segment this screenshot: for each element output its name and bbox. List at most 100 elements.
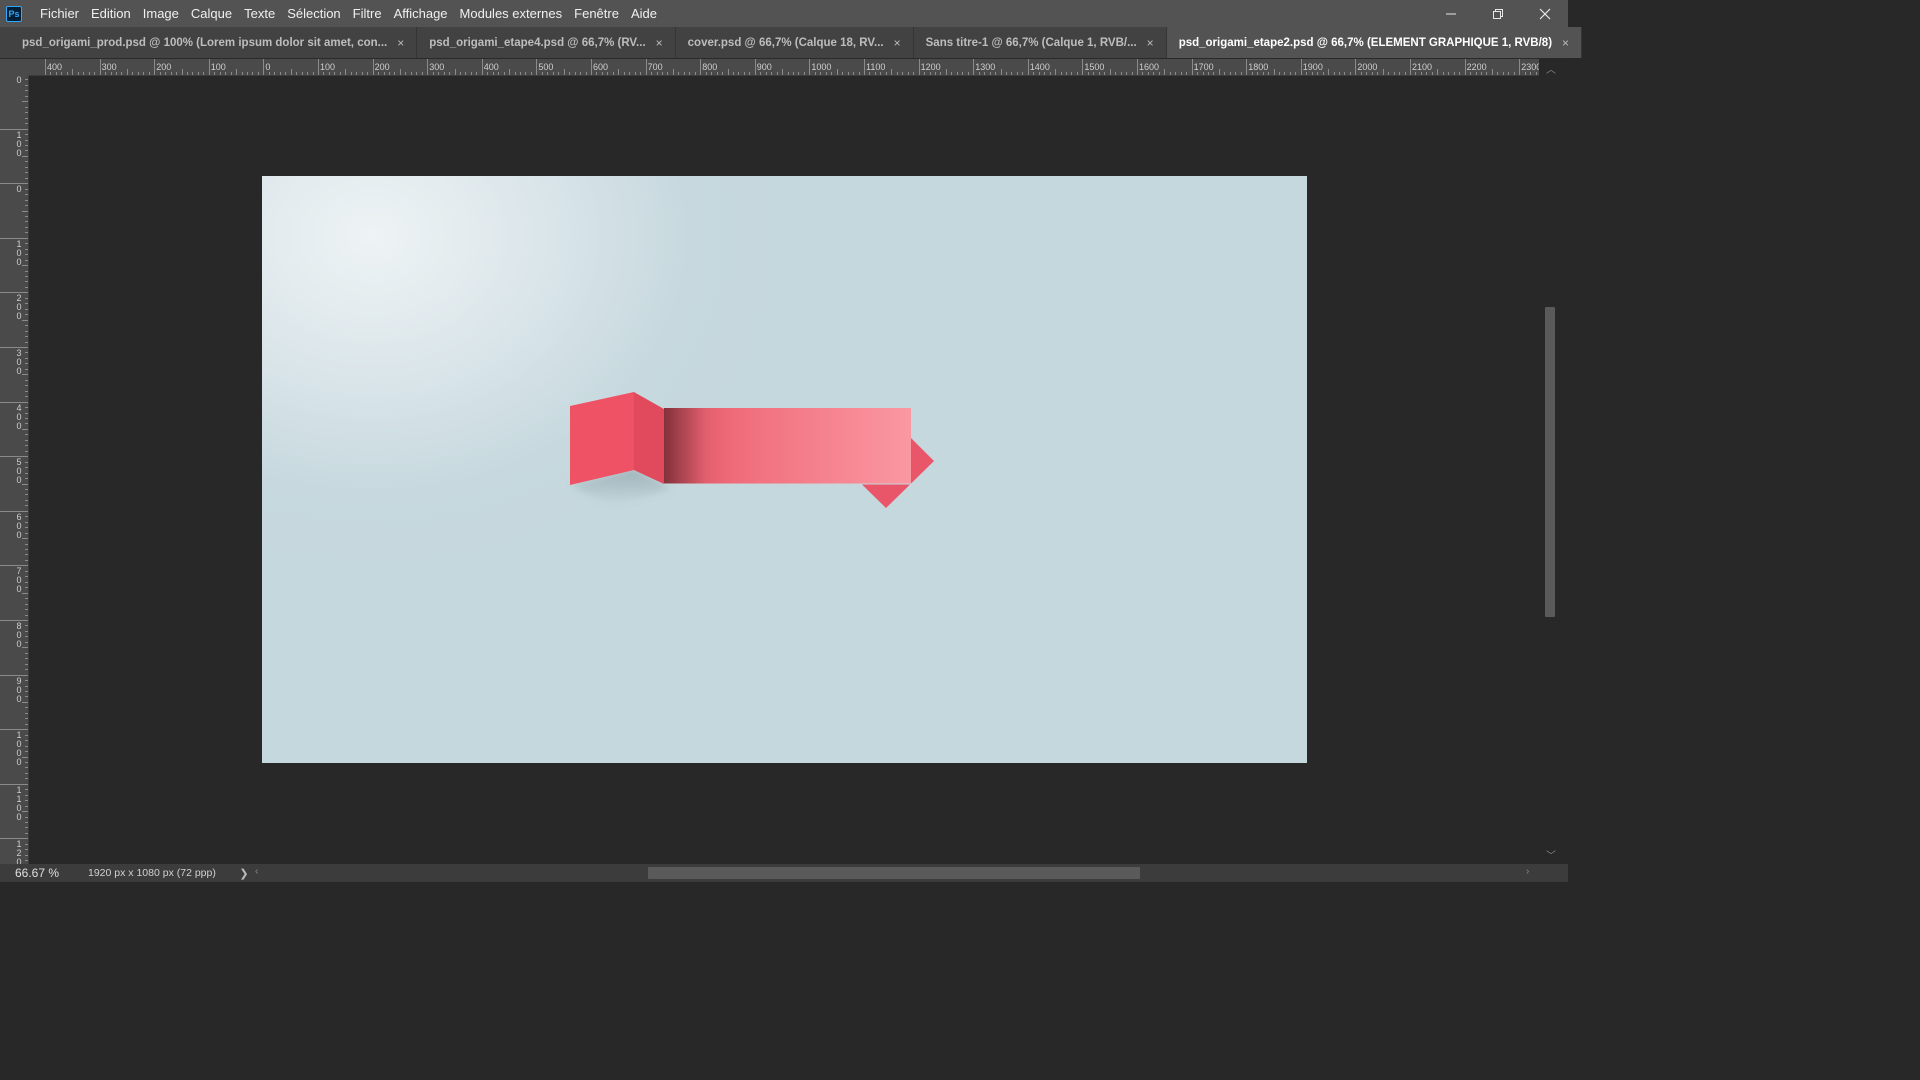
ruler-minor-tick — [1431, 72, 1433, 75]
tab-sans-titre-1[interactable]: Sans titre-1 @ 66,7% (Calque 1, RVB/... … — [914, 27, 1167, 58]
menu-aide[interactable]: Aide — [625, 0, 663, 27]
scroll-left-icon[interactable]: ‹ — [255, 866, 258, 877]
ruler-minor-tick — [1399, 72, 1401, 75]
ruler-minor-tick — [454, 69, 456, 75]
tab-close-icon[interactable]: × — [1562, 36, 1569, 50]
ruler-minor-tick — [307, 72, 309, 75]
workspace[interactable] — [29, 76, 1539, 864]
ruler-minor-tick — [25, 363, 28, 365]
ruler-tick — [754, 59, 756, 75]
menu-modules-externes[interactable]: Modules externes — [454, 0, 569, 27]
ruler-label: 300 — [429, 62, 445, 72]
ruler-minor-tick — [94, 72, 96, 75]
ruler-minor-tick — [509, 69, 511, 75]
origami-ribbon-graphic[interactable] — [262, 176, 1307, 763]
ruler-minor-tick — [22, 374, 28, 376]
ruler-label: 1 2 0 0 — [16, 839, 22, 864]
ruler-minor-tick — [25, 527, 28, 529]
tab-psd-origami-etape4[interactable]: psd_origami_etape4.psd @ 66,7% (RV... × — [417, 27, 676, 58]
ruler-minor-tick — [1202, 72, 1204, 75]
ruler-tick — [973, 59, 975, 75]
ruler-minor-tick — [541, 72, 543, 75]
ruler-minor-tick — [416, 72, 418, 75]
tab-close-icon[interactable]: × — [656, 36, 663, 50]
ruler-minor-tick — [820, 72, 822, 75]
ruler-minor-tick — [25, 570, 28, 572]
ruler-minor-tick — [1513, 72, 1515, 75]
minimize-button[interactable] — [1427, 0, 1474, 27]
tab-psd-origami-prod[interactable]: psd_origami_prod.psd @ 100% (Lorem ipsum… — [10, 27, 418, 58]
close-window-button[interactable] — [1521, 0, 1568, 27]
ruler-minor-tick — [1240, 72, 1242, 75]
vertical-scrollbar-thumb[interactable] — [1545, 307, 1555, 617]
ruler-minor-tick — [1317, 72, 1319, 75]
ruler-minor-tick — [1011, 72, 1013, 75]
ruler-minor-tick — [678, 72, 680, 75]
ruler-minor-tick — [25, 314, 28, 316]
menu-fichier[interactable]: Fichier — [34, 0, 85, 27]
ruler-minor-tick — [22, 756, 28, 758]
menu-texte[interactable]: Texte — [238, 0, 281, 27]
ruler-label: 4 0 0 — [16, 402, 22, 431]
scroll-down-icon[interactable]: ﹀ — [1546, 847, 1556, 862]
ruler-minor-tick — [25, 205, 28, 207]
menu-affichage[interactable]: Affichage — [388, 0, 454, 27]
ruler-minor-tick — [25, 532, 28, 534]
menu-calque[interactable]: Calque — [185, 0, 238, 27]
ruler-minor-tick — [25, 84, 28, 86]
ruler-minor-tick — [1295, 72, 1297, 75]
ruler-label: 500 — [538, 62, 554, 72]
ruler-minor-tick — [1442, 72, 1444, 75]
ruler-minor-tick — [874, 72, 876, 75]
ruler-minor-tick — [72, 69, 74, 75]
tab-cover[interactable]: cover.psd @ 66,7% (Calque 18, RV... × — [676, 27, 914, 58]
ruler-minor-tick — [1328, 69, 1330, 75]
ruler-minor-tick — [25, 822, 28, 824]
ruler-tick — [263, 59, 265, 75]
ruler-minor-tick — [1360, 72, 1362, 75]
ruler-minor-tick — [25, 308, 28, 310]
ruler-minor-tick — [1339, 72, 1341, 75]
ruler-minor-tick — [214, 72, 216, 75]
menu-bar: Ps Fichier Edition Image Calque Texte Sé… — [0, 0, 1568, 27]
ruler-minor-tick — [25, 139, 28, 141]
scroll-up-icon[interactable]: ︿ — [1546, 61, 1556, 76]
ruler-minor-tick — [25, 177, 28, 179]
status-menu-chevron-icon[interactable]: ❯ — [235, 867, 253, 880]
ruler-minor-tick — [25, 407, 28, 409]
ruler-minor-tick — [1475, 72, 1477, 75]
ruler-minor-tick — [361, 72, 363, 75]
ruler-tick — [0, 729, 28, 731]
horizontal-ruler[interactable]: 400 300 200 100 0 100 200 300 400 500 600 700 800 900… — [29, 59, 1539, 76]
ruler-minor-tick — [25, 827, 28, 829]
tab-close-icon[interactable]: × — [894, 36, 901, 50]
menu-filtre[interactable]: Filtre — [347, 0, 388, 27]
ruler-minor-tick — [25, 805, 28, 807]
ruler-minor-tick — [498, 72, 500, 75]
tab-psd-origami-etape2[interactable]: psd_origami_etape2.psd @ 66,7% (ELEMENT … — [1166, 27, 1583, 58]
restore-button[interactable] — [1474, 0, 1521, 27]
document-canvas[interactable] — [262, 176, 1307, 763]
ruler-label: 1 1 0 0 — [16, 784, 22, 822]
ruler-minor-tick — [1349, 72, 1351, 75]
vertical-ruler[interactable]: 0 1 0 0 0 1 0 0 2 0 0 3 0 0 4 0 0 5 0 0 6 0 0 7 0… — [0, 76, 29, 864]
ruler-minor-tick — [339, 72, 341, 75]
ruler-minor-tick — [25, 172, 28, 174]
menu-edition[interactable]: Edition — [85, 0, 137, 27]
menu-image[interactable]: Image — [137, 0, 185, 27]
ruler-minor-tick — [1224, 72, 1226, 75]
ruler-tick — [1464, 59, 1466, 75]
ruler-tick — [0, 783, 28, 785]
tab-close-icon[interactable]: × — [1147, 36, 1154, 50]
horizontal-scrollbar-thumb[interactable] — [648, 867, 1140, 879]
zoom-level[interactable]: 66.67 % — [0, 864, 70, 882]
menu-selection[interactable]: Sélection — [281, 0, 346, 27]
ruler-minor-tick — [907, 72, 909, 75]
ruler-corner[interactable] — [0, 59, 29, 76]
scroll-right-icon[interactable]: › — [1526, 866, 1529, 877]
menu-fenetre[interactable]: Fenêtre — [568, 0, 625, 27]
tab-close-icon[interactable]: × — [397, 36, 404, 50]
ruler-minor-tick — [25, 761, 28, 763]
ruler-minor-tick — [350, 72, 352, 75]
photoshop-logo-icon[interactable]: Ps — [6, 5, 22, 22]
